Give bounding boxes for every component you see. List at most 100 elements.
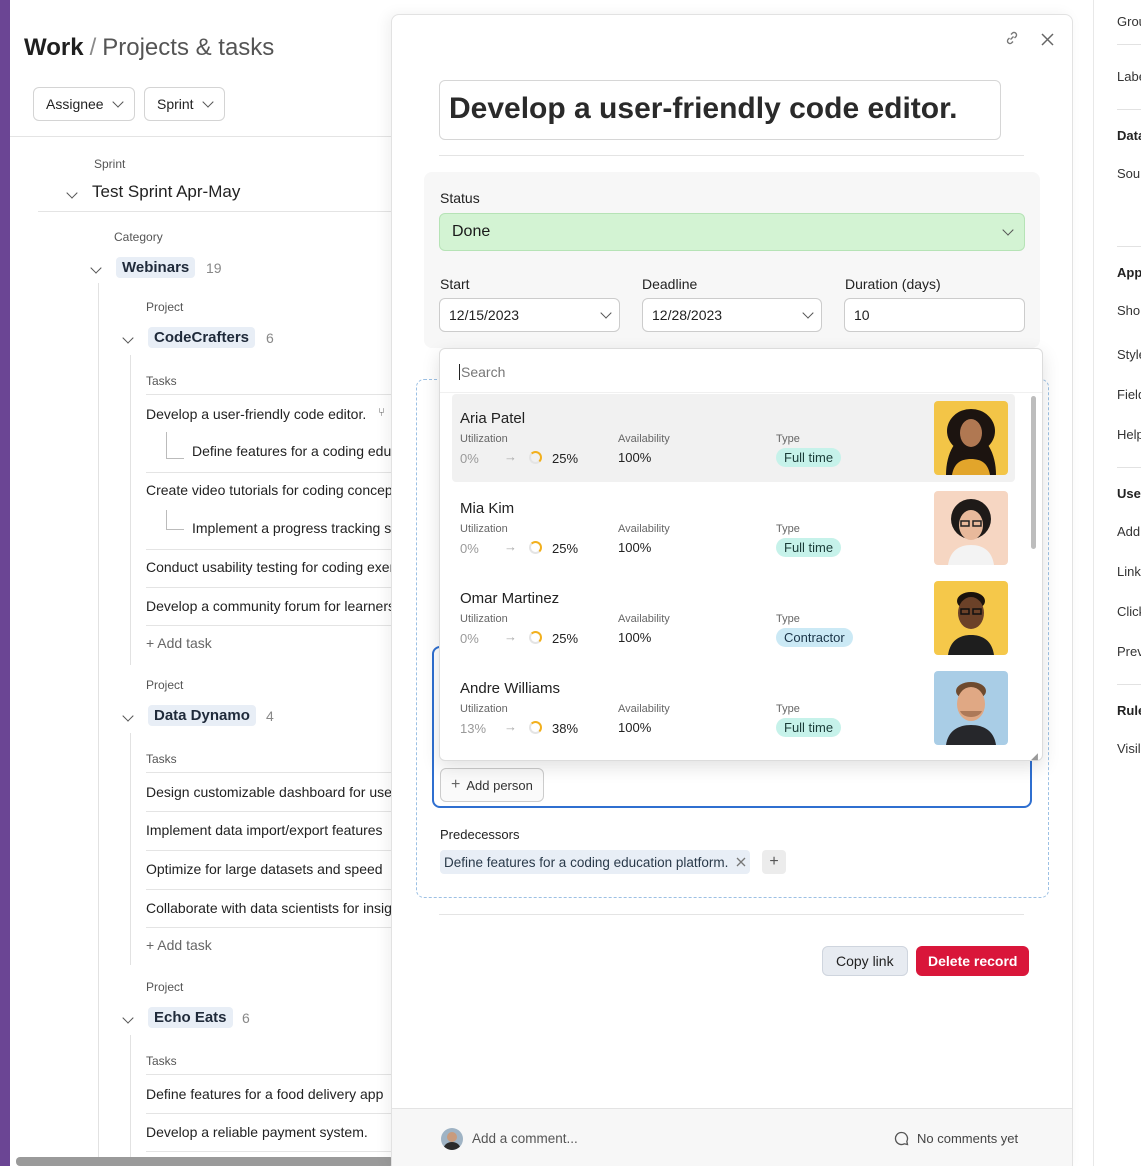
dropdown-scrollbar[interactable] — [1031, 396, 1036, 549]
chevron-down-icon — [66, 187, 78, 199]
duration-value: 10 — [854, 307, 870, 323]
divider — [1117, 246, 1141, 247]
sprint-group-label: Sprint — [94, 157, 126, 171]
sprint-filter[interactable]: Sprint — [144, 87, 225, 121]
person-photo — [934, 671, 1008, 745]
status-select[interactable]: Done — [439, 213, 1025, 251]
tasks-label: Tasks — [146, 752, 177, 766]
app-sidebar-strip — [0, 0, 10, 1166]
subtask-row[interactable]: Define features for a coding educ — [192, 443, 392, 459]
tree-line — [130, 1035, 131, 1163]
tasks-label: Tasks — [146, 374, 177, 388]
horizontal-scrollbar[interactable] — [16, 1157, 394, 1166]
sidebar-item[interactable]: Labe — [1117, 69, 1141, 84]
sprint-name: Test Sprint Apr-May — [92, 182, 241, 201]
sidebar-section-title: App — [1117, 265, 1141, 280]
record-title-input[interactable]: Develop a user-friendly code editor. — [439, 80, 1001, 140]
task-row[interactable]: Develop a community forum for learners. — [146, 598, 392, 614]
divider — [146, 927, 392, 928]
assignee-filter[interactable]: Assignee — [33, 87, 135, 121]
sidebar-item[interactable]: Click — [1117, 604, 1141, 619]
add-predecessor-button[interactable]: + — [762, 850, 786, 874]
sprint-collapse-toggle[interactable] — [66, 184, 78, 202]
project-tag: Data Dynamo — [148, 705, 256, 726]
predecessor-chip[interactable]: Define features for a coding education p… — [440, 850, 751, 874]
tasks-label: Tasks — [146, 1054, 177, 1068]
person-photo — [934, 581, 1008, 655]
sidebar-item[interactable]: Help — [1117, 427, 1141, 442]
sidebar-item[interactable]: Link — [1117, 564, 1141, 579]
project-collapse-toggle[interactable] — [122, 707, 134, 725]
chevron-down-icon — [600, 307, 612, 319]
sidebar-item[interactable]: Grou — [1117, 14, 1141, 29]
plus-icon: + — [146, 635, 158, 651]
task-row[interactable]: Define features for a food delivery app — [146, 1086, 392, 1102]
person-name: Omar Martinez — [460, 590, 560, 607]
employment-type-badge: Full time — [776, 718, 842, 737]
type-label: Type — [776, 703, 800, 715]
tree-line — [130, 355, 131, 665]
deadline-date-picker[interactable]: 12/28/2023 — [642, 298, 822, 332]
add-person-button[interactable]: + Add person — [440, 768, 544, 802]
divider — [146, 850, 392, 851]
task-row[interactable]: Develop a reliable payment system. — [146, 1124, 392, 1140]
deadline-date-value: 12/28/2023 — [652, 307, 723, 323]
sidebar-item[interactable]: Style — [1117, 347, 1141, 362]
sidebar-item[interactable]: Add — [1117, 524, 1140, 539]
add-person-label: Add person — [466, 777, 533, 793]
delete-record-button[interactable]: Delete record — [916, 946, 1030, 976]
chevron-down-icon — [122, 1012, 134, 1024]
copy-link-button[interactable]: Copy link — [822, 946, 908, 976]
copy-link-icon[interactable] — [1004, 30, 1020, 51]
sidebar-item[interactable]: Field — [1117, 387, 1141, 402]
breadcrumb-separator: / — [89, 34, 97, 61]
title-work[interactable]: Work — [24, 34, 84, 61]
person-search-input[interactable]: Search — [459, 364, 505, 380]
person-option-mia-kim[interactable] — [452, 484, 1015, 572]
add-task-button[interactable]: + Add task — [146, 937, 212, 953]
task-row[interactable]: Develop a user-friendly code editor. — [146, 406, 376, 422]
duration-input[interactable]: 10 — [844, 298, 1025, 332]
arrow-right-icon: → — [504, 539, 517, 554]
sidebar-item[interactable]: Sho — [1117, 303, 1140, 318]
tree-line — [98, 283, 99, 1163]
task-row[interactable]: Collaborate with data scientists for ins… — [146, 900, 392, 916]
sidebar-item[interactable]: Prev — [1117, 644, 1141, 659]
utilization-label: Utilization — [460, 433, 508, 445]
sidebar-item[interactable]: Sou — [1117, 166, 1140, 181]
remove-icon[interactable] — [736, 855, 746, 870]
utilization-current: 0% — [460, 541, 479, 556]
sidebar-item[interactable]: Visil — [1117, 741, 1141, 756]
task-row[interactable]: Design customizable dashboard for users — [146, 784, 392, 800]
divider — [146, 1151, 392, 1152]
status-label: Status — [440, 190, 480, 206]
plus-icon: + — [451, 776, 461, 793]
close-icon[interactable] — [1040, 31, 1055, 52]
duration-label: Duration (days) — [845, 276, 941, 292]
project-count: 6 — [266, 330, 274, 346]
comment-input[interactable]: Add a comment... — [472, 1131, 578, 1146]
divider — [146, 472, 392, 473]
add-task-button[interactable]: + Add task — [146, 635, 212, 651]
task-row[interactable]: Create video tutorials for coding concep… — [146, 482, 392, 498]
project-collapse-toggle[interactable] — [122, 329, 134, 347]
divider — [146, 889, 392, 890]
start-date-picker[interactable]: 12/15/2023 — [439, 298, 620, 332]
person-option-omar-martinez[interactable] — [452, 574, 1015, 662]
resize-handle-icon[interactable]: ◢ — [1031, 751, 1038, 762]
assignee-filter-label: Assignee — [46, 96, 104, 112]
utilization-ring-icon — [529, 451, 542, 464]
divider — [1117, 684, 1141, 685]
task-row[interactable]: Implement data import/export features — [146, 822, 392, 838]
person-option-andre-williams[interactable] — [452, 664, 1015, 750]
person-option-aria-patel[interactable] — [452, 394, 1015, 482]
subtask-row[interactable]: Implement a progress tracking sy — [192, 520, 392, 536]
category-collapse-toggle[interactable] — [90, 259, 102, 277]
utilization-current: 0% — [460, 631, 479, 646]
project-collapse-toggle[interactable] — [122, 1009, 134, 1027]
start-label: Start — [440, 276, 470, 292]
task-row[interactable]: Conduct usability testing for coding exe… — [146, 559, 392, 575]
task-row[interactable]: Optimize for large datasets and speed — [146, 861, 392, 877]
type-label: Type — [776, 613, 800, 625]
plus-icon: + — [146, 937, 158, 953]
